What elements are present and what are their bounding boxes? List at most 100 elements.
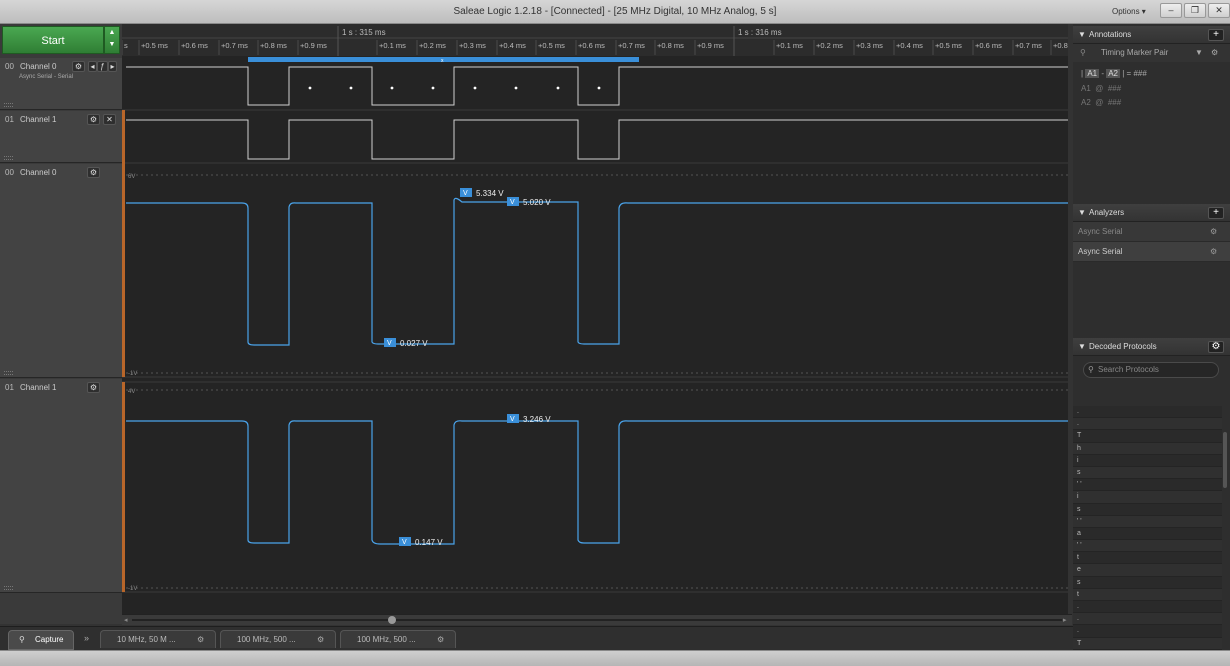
decoded-row[interactable]: T xyxy=(1073,430,1222,443)
restore-icon[interactable]: ❐ xyxy=(1184,3,1206,18)
decoded-row[interactable]: . xyxy=(1073,613,1222,626)
capture-tab[interactable]: ⚲ Capture xyxy=(8,630,74,650)
timeline-tick-label: +0.6 ms xyxy=(975,41,1002,50)
drag-handle-icon[interactable] xyxy=(4,371,13,375)
measurement-0027[interactable]: V 0.027 V xyxy=(384,338,428,348)
measurement-0147[interactable]: V 0.147 V xyxy=(399,537,443,547)
annotations-header[interactable]: ▼ Annotations + xyxy=(1073,26,1230,44)
more-tabs-icon[interactable]: » xyxy=(84,633,89,643)
channel-row-analog-0[interactable]: 00 Channel 0 ⚙ xyxy=(0,164,122,378)
timeline-tick-label: +0.5 ms xyxy=(538,41,565,50)
gear-icon[interactable]: ⚙ xyxy=(87,114,100,125)
decoded-row[interactable]: . xyxy=(1073,625,1222,638)
session-tab[interactable]: 100 MHz, 500 ... ⚙ xyxy=(220,630,336,648)
measurement-5020[interactable]: V 5.020 V xyxy=(507,197,551,207)
search-input[interactable]: ⚲ Search Protocols xyxy=(1083,362,1219,378)
annotation-formula: | A1 - A2 | = ### xyxy=(1081,69,1147,78)
timeline-tick-label: +0.8 xyxy=(1053,41,1068,50)
waveform-area[interactable]: 1 s : 315 ms 1 s : 316 ms s +0.5 ms +0.6 m… xyxy=(122,24,1068,616)
gear-icon[interactable]: ⚙ xyxy=(1210,222,1217,242)
decoded-row[interactable]: ' ' xyxy=(1073,515,1222,528)
decoded-list[interactable]: ..This' 'is' 'a' 'test...Thi xyxy=(1073,406,1222,650)
close-icon[interactable]: ✕ xyxy=(1208,3,1230,18)
decode-bubble[interactable] xyxy=(248,57,639,62)
section-title: Analyzers xyxy=(1089,208,1125,217)
scroll-track[interactable] xyxy=(132,619,1062,621)
gear-icon[interactable]: ⚙ xyxy=(437,631,444,648)
tab-label: 10 MHz, 50 M ... xyxy=(117,635,176,644)
channel-name[interactable]: Channel 1 xyxy=(20,383,56,392)
gear-icon[interactable]: ⚙ xyxy=(1208,341,1224,353)
collapse-icon[interactable]: ▼ xyxy=(1078,204,1086,222)
gear-icon[interactable]: ⚙ xyxy=(72,61,85,72)
decoded-row[interactable]: s xyxy=(1073,504,1222,516)
decoded-row[interactable]: . xyxy=(1073,601,1222,614)
gear-icon[interactable]: ⚙ xyxy=(87,167,100,178)
scroll-right-icon[interactable]: ▸ xyxy=(1063,616,1067,624)
decoded-row[interactable]: T xyxy=(1073,637,1222,650)
trigger-icon[interactable]: ƒ xyxy=(97,61,108,72)
gear-icon[interactable]: ⚙ xyxy=(1210,242,1217,262)
options-menu[interactable]: Options ▾ xyxy=(1112,7,1146,16)
decoded-row[interactable]: s xyxy=(1073,577,1222,589)
dropdown-icon[interactable]: ▼ xyxy=(1195,44,1203,62)
decoded-row[interactable]: s xyxy=(1073,466,1222,480)
decoded-row[interactable]: i xyxy=(1073,491,1222,504)
collapse-icon[interactable]: ▼ xyxy=(1078,338,1086,356)
analyzer-item[interactable]: Async Serial ⚙ xyxy=(1073,242,1230,262)
decoded-row[interactable]: h xyxy=(1073,442,1222,455)
analyzers-header[interactable]: ▼ Analyzers + xyxy=(1073,204,1230,222)
add-annotation-button[interactable]: + xyxy=(1208,29,1224,41)
drag-handle-icon[interactable] xyxy=(4,586,13,590)
decoded-row[interactable]: ' ' xyxy=(1073,479,1222,492)
prev-edge-icon[interactable]: ◂ xyxy=(88,61,97,72)
close-channel-icon[interactable]: ✕ xyxy=(103,114,116,125)
timeline-header[interactable] xyxy=(122,24,1068,56)
gear-icon[interactable]: ⚙ xyxy=(197,631,204,648)
start-options-icon[interactable]: ▲ ▼ xyxy=(104,26,120,54)
marker-a1-chip[interactable]: A1 xyxy=(1085,69,1100,78)
annotation-item[interactable]: ⚲ Timing Marker Pair ▼ ⚙ xyxy=(1073,44,1230,62)
channel-row-digital-0[interactable]: 00 Channel 0 Async Serial - Serial ⚙ ◂ ƒ… xyxy=(0,58,122,110)
search-icon: ⚲ xyxy=(1088,365,1094,374)
channel-row-analog-1[interactable]: 01 Channel 1 ⚙ xyxy=(0,379,122,593)
drag-handle-icon[interactable] xyxy=(4,103,13,107)
decoded-row[interactable]: t xyxy=(1073,552,1222,565)
measurement-badge: V xyxy=(510,199,515,206)
marker-a2-chip[interactable]: A2 xyxy=(1106,69,1121,78)
decoded-row[interactable]: e xyxy=(1073,564,1222,577)
list-scroll-thumb[interactable] xyxy=(1223,432,1227,488)
horizontal-scrollbar[interactable]: ◂ ▸ xyxy=(122,614,1072,625)
channel-panel: Start ▲ ▼ 00 Channel 0 Async Serial - Ser… xyxy=(0,24,122,624)
analyzer-item[interactable]: Async Serial ⚙ xyxy=(1073,222,1230,242)
session-tab[interactable]: 100 MHz, 500 ... ⚙ xyxy=(340,630,456,648)
timeline-tick-label: +0.4 ms xyxy=(499,41,526,50)
decoded-row[interactable]: i xyxy=(1073,455,1222,467)
scroll-left-icon[interactable]: ◂ xyxy=(124,616,128,624)
decoded-row[interactable]: t xyxy=(1073,588,1222,601)
search-placeholder: Search Protocols xyxy=(1098,365,1159,374)
session-tab[interactable]: 10 MHz, 50 M ... ⚙ xyxy=(100,630,216,648)
scroll-thumb[interactable] xyxy=(388,616,396,624)
timeline-tick-label: +0.7 ms xyxy=(1015,41,1042,50)
drag-handle-icon[interactable] xyxy=(4,156,13,160)
measurement-5334[interactable]: V 5.334 V xyxy=(460,188,504,198)
decoded-row[interactable]: . xyxy=(1073,418,1222,431)
decoded-row[interactable]: a xyxy=(1073,528,1222,541)
measurement-3246[interactable]: V 3.246 V xyxy=(507,414,551,424)
gear-icon[interactable]: ⚙ xyxy=(1211,44,1218,62)
start-button[interactable]: Start xyxy=(2,26,104,54)
next-edge-icon[interactable]: ▸ xyxy=(108,61,117,72)
channel-row-digital-1[interactable]: 01 Channel 1 ⚙ ✕ xyxy=(0,111,122,163)
gear-icon[interactable]: ⚙ xyxy=(317,631,324,648)
channel-name[interactable]: Channel 0 xyxy=(20,62,56,71)
channel-name[interactable]: Channel 1 xyxy=(20,115,56,124)
add-analyzer-button[interactable]: + xyxy=(1208,207,1224,219)
collapse-icon[interactable]: ▼ xyxy=(1078,26,1086,44)
decoded-row[interactable]: . xyxy=(1073,406,1222,419)
decoded-protocols-header[interactable]: ▼ Decoded Protocols ⚙ xyxy=(1073,338,1230,356)
gear-icon[interactable]: ⚙ xyxy=(87,382,100,393)
minimize-icon[interactable]: – xyxy=(1160,3,1182,18)
decoded-row[interactable]: ' ' xyxy=(1073,540,1222,553)
channel-name[interactable]: Channel 0 xyxy=(20,168,56,177)
